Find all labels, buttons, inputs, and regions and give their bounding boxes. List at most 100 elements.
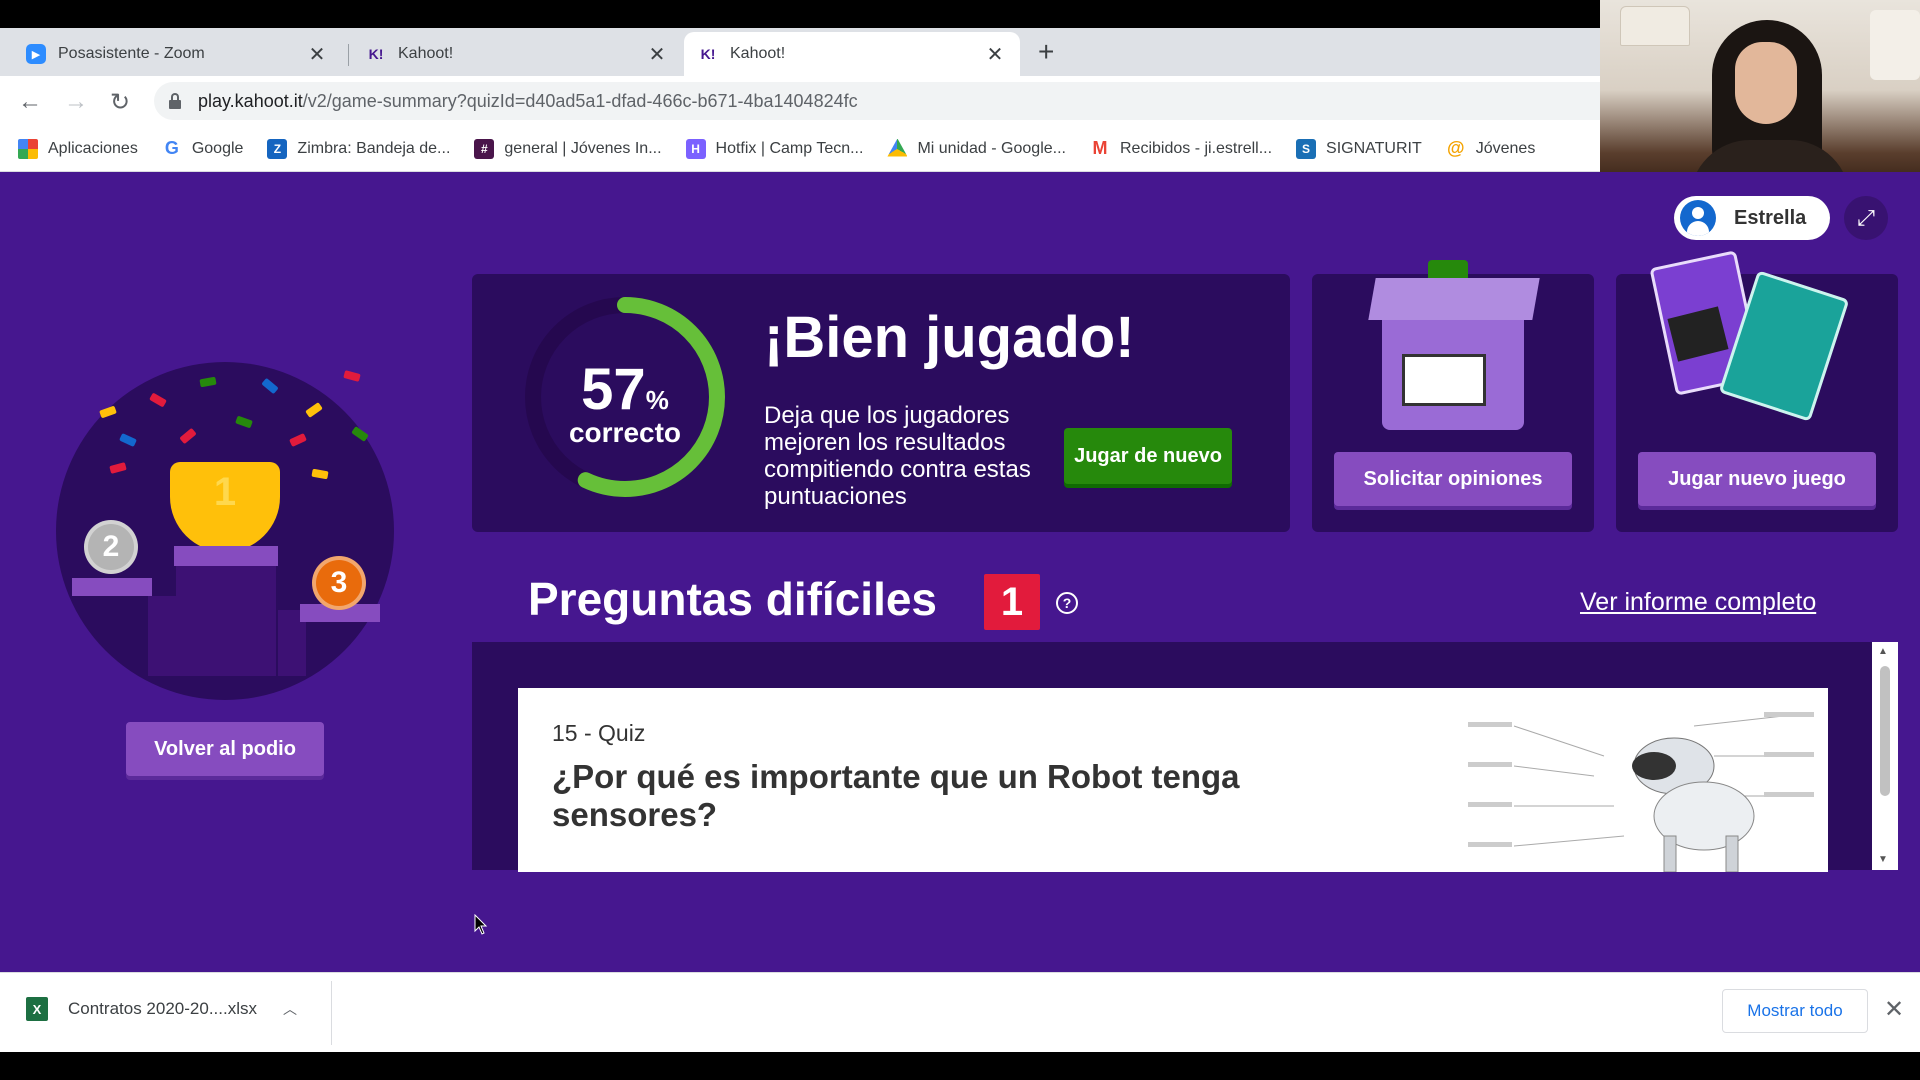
ballot-card-icon	[1402, 354, 1486, 406]
close-downloads-bar-icon[interactable]: ✕	[1884, 995, 1904, 1024]
accuracy-percent: 57%	[560, 356, 690, 423]
kahoot-game-summary: Estrella ⤢ 1 2 3 Volver al podio 57% cor…	[0, 172, 1920, 972]
summary-headline: ¡Bien jugado!	[764, 305, 1135, 370]
first-place-number: 1	[213, 470, 237, 514]
download-item[interactable]: X Contratos 2020-20....xlsx ︿	[26, 997, 297, 1021]
bookmark-label: Aplicaciones	[48, 139, 138, 157]
play-new-game-button[interactable]: Jugar nuevo juego	[1638, 452, 1876, 506]
ballot-box-lid	[1368, 278, 1540, 320]
bronze-medal-icon: 3	[312, 556, 366, 610]
close-tab-icon[interactable]: ✕	[984, 42, 1006, 67]
podium-platform-first	[174, 546, 278, 566]
podium-column-second	[148, 596, 176, 676]
summary-subtext: Deja que los jugadores mejoren los resul…	[764, 402, 1031, 510]
bookmark-label: Mi unidad - Google...	[917, 139, 1066, 157]
address-bar-row: ← → ↻ play.kahoot.it/v2/game-summary?qui…	[0, 76, 1600, 126]
bookmark-label: Jóvenes	[1475, 139, 1536, 157]
question-card[interactable]: 15 - Quiz ¿Por qué es importante que un …	[518, 688, 1828, 872]
kahoot-icon: K!	[700, 46, 716, 62]
zoom-icon: ▶	[26, 44, 46, 64]
request-feedback-button[interactable]: Solicitar opiniones	[1334, 452, 1572, 506]
user-name: Estrella	[1734, 206, 1807, 229]
chevron-up-icon[interactable]: ︿	[283, 999, 297, 1019]
google-icon: G	[161, 138, 182, 159]
podium-column-first	[176, 566, 276, 676]
hotfix-icon: H	[685, 138, 706, 159]
podium-platform-second	[72, 578, 152, 596]
question-type: 15 - Quiz	[552, 720, 646, 746]
new-tab-button[interactable]: +	[1038, 38, 1054, 66]
tab-title: Kahoot!	[730, 45, 786, 62]
help-icon[interactable]: ?	[1056, 592, 1078, 614]
tab-title: Kahoot!	[398, 45, 454, 62]
scrollbar-thumb[interactable]	[1880, 666, 1890, 796]
question-text: ¿Por qué es importante que un Robot teng…	[552, 758, 1240, 833]
bookmark-apps[interactable]: Aplicaciones	[18, 138, 138, 159]
lock-icon	[168, 93, 182, 109]
screen-bottom-bar	[0, 1052, 1920, 1080]
hard-questions-title: Preguntas difíciles	[528, 573, 938, 625]
user-avatar-icon	[1680, 200, 1716, 236]
download-separator	[331, 981, 332, 1045]
url-omnibox[interactable]: play.kahoot.it/v2/game-summary?quizId=d4…	[154, 82, 1600, 120]
url-path: /v2/game-summary?quizId=d40ad5a1-dfad-46…	[302, 90, 858, 111]
at-icon: @	[1445, 138, 1466, 159]
signaturit-icon: S	[1296, 138, 1317, 159]
scroll-down-arrow-icon[interactable]: ▼	[1878, 854, 1888, 865]
bookmark-label: Zimbra: Bandeja de...	[297, 139, 451, 157]
lamp-shape	[1870, 10, 1920, 80]
bookmark-drive[interactable]: Mi unidad - Google...	[887, 138, 1066, 159]
full-report-link[interactable]: Ver informe completo	[1580, 588, 1816, 617]
lamp-shape	[1620, 6, 1690, 46]
percent-symbol: %	[645, 385, 669, 415]
user-profile-button[interactable]: Estrella	[1674, 196, 1830, 240]
play-again-button[interactable]: Jugar de nuevo	[1064, 428, 1232, 484]
tab-title: Posasistente - Zoom	[58, 45, 205, 62]
zimbra-icon: Z	[267, 138, 288, 159]
gmail-icon: M	[1089, 138, 1110, 159]
bookmark-label: Google	[191, 139, 244, 157]
close-tab-icon[interactable]: ✕	[646, 42, 668, 67]
url-host: play.kahoot.it	[198, 90, 303, 111]
questions-scrollbar[interactable]: ▲ ▼	[1872, 642, 1898, 870]
person-face	[1735, 42, 1797, 124]
reload-icon[interactable]: ↻	[106, 88, 134, 117]
downloads-bar: X Contratos 2020-20....xlsx ︿ Mostrar to…	[0, 972, 1920, 1052]
bookmark-slack[interactable]: # general | Jóvenes In...	[474, 138, 662, 159]
bookmark-hotfix[interactable]: H Hotfix | Camp Tecn...	[685, 138, 864, 159]
bookmark-gmail[interactable]: M Recibidos - ji.estrell...	[1089, 138, 1273, 159]
robot-dog-image	[1464, 696, 1820, 872]
excel-file-icon: X	[26, 997, 48, 1021]
silver-medal-icon: 2	[84, 520, 138, 574]
bookmark-label: SIGNATURIT	[1326, 139, 1422, 157]
mouse-cursor-icon	[474, 914, 488, 935]
forward-arrow-icon[interactable]: →	[62, 88, 90, 116]
apps-grid-icon	[18, 138, 38, 159]
show-all-downloads-button[interactable]: Mostrar todo	[1722, 989, 1868, 1033]
close-tab-icon[interactable]: ✕	[306, 42, 328, 67]
slack-icon: #	[474, 138, 495, 159]
bookmark-label: Hotfix | Camp Tecn...	[715, 139, 864, 157]
tab-zoom[interactable]: ▶ Posasistente - Zoom ✕	[12, 32, 342, 76]
back-arrow-icon[interactable]: ←	[16, 88, 44, 116]
back-to-podium-button[interactable]: Volver al podio	[126, 722, 324, 776]
confetti-piece	[343, 370, 361, 382]
bookmark-zimbra[interactable]: Z Zimbra: Bandeja de...	[267, 138, 451, 159]
accuracy-label: correcto	[568, 417, 682, 448]
scroll-up-arrow-icon[interactable]: ▲	[1878, 646, 1888, 657]
tab-separator	[348, 44, 349, 66]
fullscreen-icon[interactable]: ⤢	[1844, 196, 1888, 240]
hard-questions-count-badge: 1	[984, 574, 1040, 630]
webcam-video-overlay	[1600, 0, 1920, 180]
browser-tab-strip: ▶ Posasistente - Zoom ✕ K! Kahoot! ✕ K! …	[0, 28, 1600, 76]
percent-number: 57	[581, 357, 646, 422]
bookmark-jovenes[interactable]: @ Jóvenes	[1445, 138, 1536, 159]
download-filename: Contratos 2020-20....xlsx	[68, 999, 257, 1018]
kahoot-icon: K!	[368, 46, 384, 62]
bookmarks-bar: Aplicaciones G Google Z Zimbra: Bandeja …	[0, 126, 1600, 172]
bookmark-label: Recibidos - ji.estrell...	[1119, 139, 1273, 157]
tab-kahoot-1[interactable]: K! Kahoot! ✕	[352, 32, 682, 76]
bookmark-google[interactable]: G Google	[161, 138, 244, 159]
tab-kahoot-active[interactable]: K! Kahoot! ✕	[684, 32, 1020, 76]
bookmark-signaturit[interactable]: S SIGNATURIT	[1296, 138, 1422, 159]
